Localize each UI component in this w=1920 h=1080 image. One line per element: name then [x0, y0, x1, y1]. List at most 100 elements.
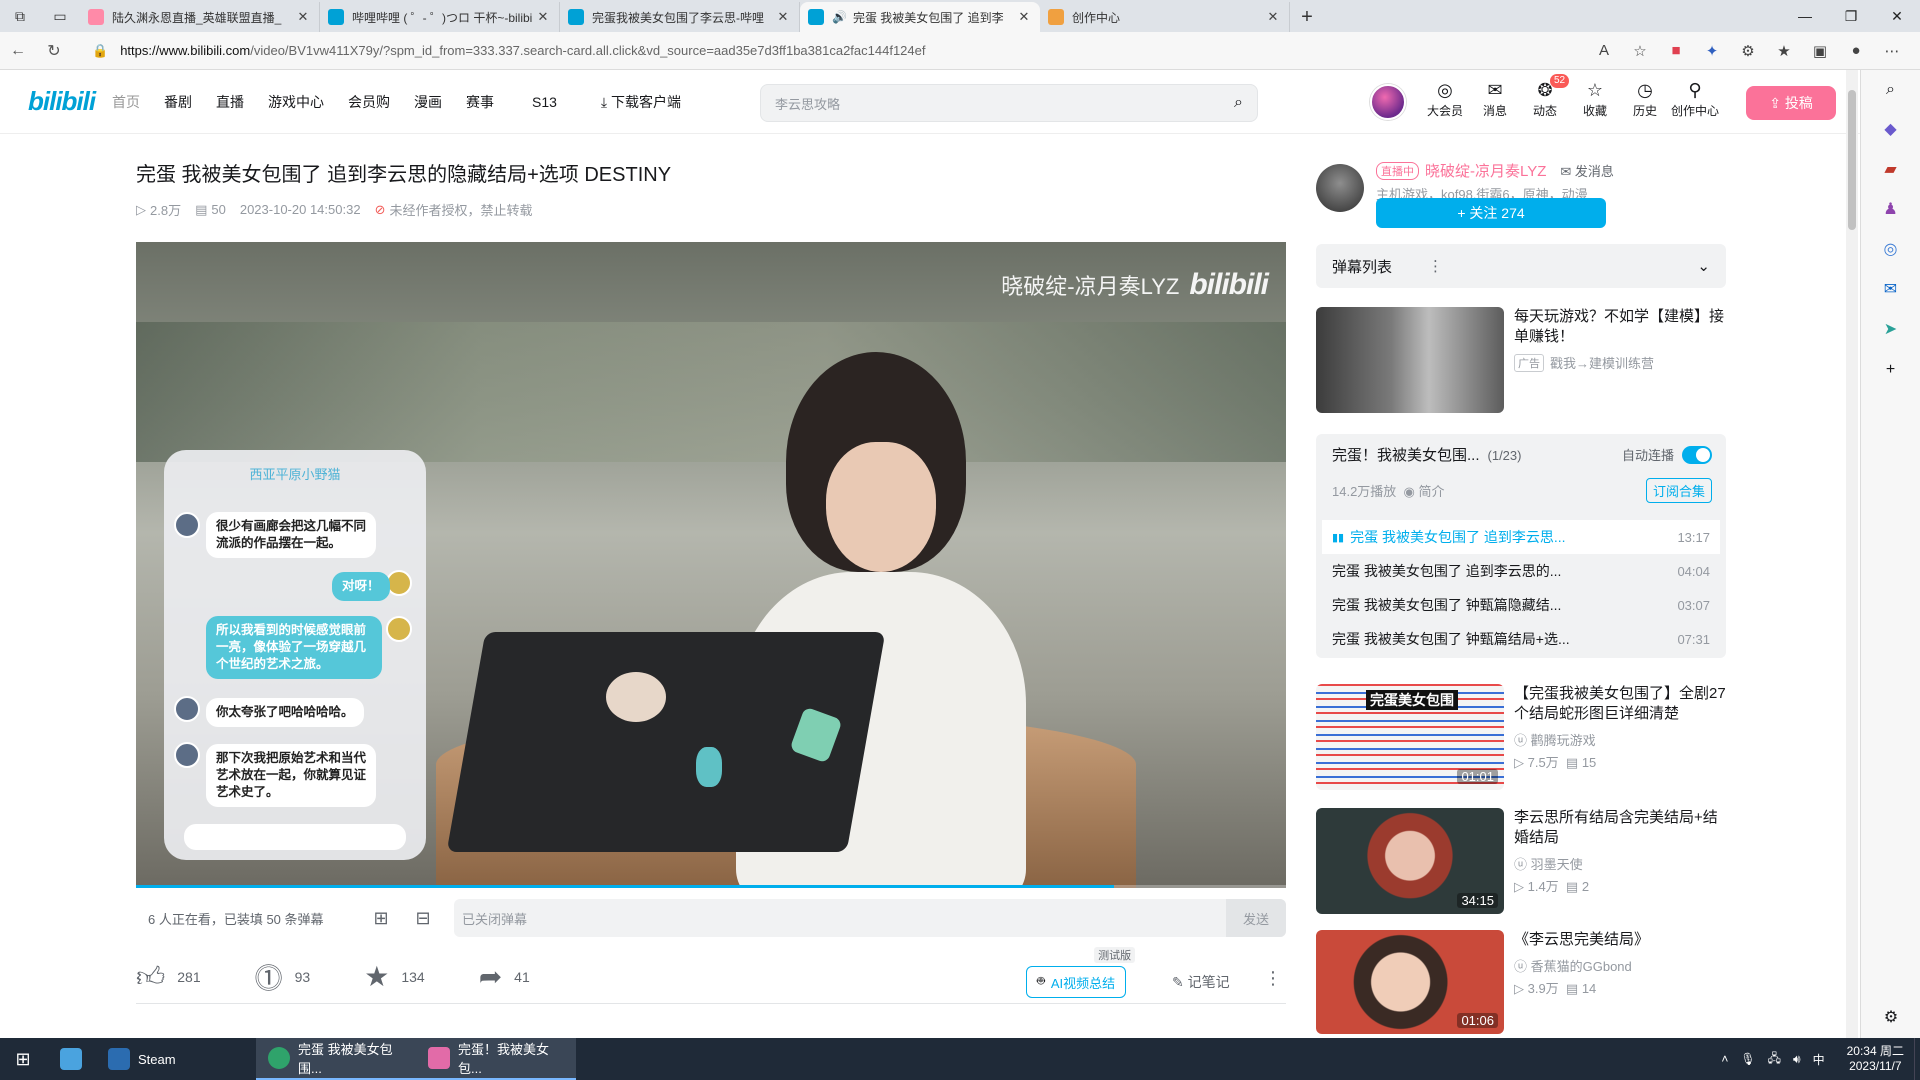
tools-icon[interactable]: ▰	[1861, 150, 1920, 190]
danmaku-list-header[interactable]: 弹幕列表 ⋮ ⌄	[1316, 244, 1726, 288]
close-icon[interactable]: ✕	[1016, 9, 1032, 25]
close-icon[interactable]: ✕	[1265, 9, 1281, 25]
avatar[interactable]	[1370, 84, 1406, 120]
recommended-video[interactable]: 完蛋美女包围 01:01 【完蛋我被美女包围了】全剧27个结局蛇形图巨详细清楚 …	[1316, 684, 1726, 792]
video-thumbnail[interactable]: 完蛋美女包围 01:01	[1316, 684, 1504, 790]
taskbar-app-pin[interactable]	[46, 1038, 96, 1080]
nav-home[interactable]: 首页	[112, 92, 140, 112]
video-title-link[interactable]: 【完蛋我被美女包围了】全剧27个结局蛇形图巨详细清楚	[1514, 684, 1726, 724]
browser-tab-active[interactable]: 🔊 完蛋 我被美女包围了 追到李 ✕	[800, 2, 1040, 32]
games-icon[interactable]: ♟	[1861, 190, 1920, 230]
ime-indicator[interactable]: 中	[1813, 1051, 1825, 1068]
extension-icon[interactable]: ■	[1658, 36, 1694, 66]
nav-manga[interactable]: 漫画	[414, 92, 442, 112]
settings-icon[interactable]: ⚙	[1861, 998, 1920, 1038]
system-clock[interactable]: 20:34 周二 2023/11/7	[1847, 1044, 1904, 1074]
ad-source[interactable]: 戳我→建模训练营	[1550, 353, 1654, 372]
lock-icon[interactable]: 🔒	[92, 43, 108, 59]
page-scrollbar[interactable]	[1846, 70, 1858, 1038]
nav-game-center[interactable]: 游戏中心	[268, 92, 324, 112]
browser-tab[interactable]: 完蛋我被美女包围了李云思-哔哩 ✕	[560, 2, 800, 32]
upload-button[interactable]: ⇪ 投稿	[1746, 86, 1836, 120]
search-icon[interactable]: ⌕	[1234, 94, 1243, 112]
microphone-icon[interactable]: 🎙︎	[1740, 1052, 1755, 1066]
nav-bangumi[interactable]: 番剧	[164, 92, 192, 112]
follow-button[interactable]: + 关注 274	[1376, 198, 1606, 228]
nav-download-client[interactable]: ⤓ 下载客户端	[601, 92, 681, 112]
search-input[interactable]: 李云思攻略 ⌕	[760, 84, 1258, 122]
subscribe-collection-button[interactable]: 订阅合集	[1645, 478, 1712, 503]
live-badge[interactable]: 直播中	[1376, 161, 1419, 180]
video-player[interactable]: 晓破绽-凉月奏LYZ bilibili 西亚平原小野猫 很少有画廊会把这几幅不同…	[136, 242, 1286, 888]
read-aloud-icon[interactable]: A	[1586, 36, 1622, 66]
ad-title[interactable]: 每天玩游戏？不如学【建模】接单赚钱！	[1514, 307, 1724, 347]
extension-icon[interactable]: ✦	[1694, 36, 1730, 66]
speaker-icon[interactable]: 🔊	[832, 10, 847, 24]
playlist-item[interactable]: 完蛋 我被美女包围了 钟甄篇隐藏结... 03:07	[1322, 588, 1720, 622]
minimize-icon[interactable]: —	[1782, 0, 1828, 32]
search-icon[interactable]: ⌕	[1861, 70, 1920, 110]
favorite-button[interactable]: ★ 134	[364, 960, 424, 993]
workspaces-icon[interactable]: ⧉	[0, 0, 40, 32]
nav-vip[interactable]: ◎ 大会员	[1420, 78, 1470, 119]
danmaku-toggle-icon[interactable]: ⊞	[360, 908, 402, 929]
nav-favorites[interactable]: ☆ 收藏	[1570, 78, 1620, 119]
refresh-icon[interactable]: ↻	[36, 36, 72, 66]
close-icon[interactable]: ✕	[535, 9, 551, 25]
send-button[interactable]: 发送	[1226, 899, 1286, 937]
recommended-video[interactable]: 34:15 李云思所有结局含完美结局+结婚结局 ⓤ 羽墨天使 ▷ 1.4万 ▤ …	[1316, 808, 1726, 916]
favorites-icon[interactable]: ★	[1766, 36, 1802, 66]
uploader-avatar[interactable]	[1316, 164, 1364, 212]
video-title-link[interactable]: 《李云思完美结局》	[1514, 930, 1726, 950]
nav-shop[interactable]: 会员购	[348, 92, 390, 112]
add-favorite-icon[interactable]: ☆	[1622, 36, 1658, 66]
nav-history[interactable]: ◷ 历史	[1620, 78, 1670, 119]
taskbar-app-game[interactable]: 完蛋！我被美女包...	[416, 1038, 576, 1080]
outlook-icon[interactable]: ✉	[1861, 270, 1920, 310]
nav-live[interactable]: 直播	[216, 92, 244, 112]
scrollbar-thumb[interactable]	[1848, 90, 1856, 230]
browser-tab[interactable]: 创作中心 ✕	[1040, 2, 1290, 32]
playlist-item-current[interactable]: ▮▮ 完蛋 我被美女包围了 追到李云思... 13:17	[1322, 520, 1720, 554]
uploader-name[interactable]: 晓破绽-凉月奏LYZ	[1425, 160, 1546, 181]
video-title-link[interactable]: 李云思所有结局含完美结局+结婚结局	[1514, 808, 1726, 848]
tab-actions-icon[interactable]: ▭	[40, 0, 80, 32]
volume-icon[interactable]: 🔊︎	[1793, 1052, 1801, 1067]
profile-icon[interactable]: ●	[1838, 36, 1874, 66]
show-desktop-button[interactable]	[1914, 1038, 1920, 1080]
recommended-video[interactable]: 01:06 《李云思完美结局》 ⓤ 香蕉猫的GGbond ▷ 3.9万 ▤ 14	[1316, 930, 1726, 1038]
close-icon[interactable]: ✕	[295, 9, 311, 25]
video-uploader[interactable]: ⓤ 羽墨天使	[1514, 854, 1583, 873]
nav-s13[interactable]: S13	[532, 94, 557, 110]
intro-link[interactable]: 简介	[1419, 484, 1445, 499]
copilot-icon[interactable]: ◎	[1861, 230, 1920, 270]
video-thumbnail[interactable]: 01:06	[1316, 930, 1504, 1034]
collections-icon[interactable]: ▣	[1802, 36, 1838, 66]
bilibili-logo[interactable]: bilibili	[28, 86, 96, 117]
video-uploader[interactable]: ⓤ 鹳腾玩游戏	[1514, 730, 1596, 749]
more-icon[interactable]: ⋮	[1428, 257, 1697, 275]
send-icon[interactable]: ➤	[1861, 310, 1920, 350]
ad-thumbnail[interactable]	[1316, 307, 1504, 413]
back-icon[interactable]: ←	[0, 36, 36, 66]
playlist-item[interactable]: 完蛋 我被美女包围了 追到李云思的... 04:04	[1322, 554, 1720, 588]
close-window-icon[interactable]: ✕	[1874, 0, 1920, 32]
chevron-down-icon[interactable]: ⌄	[1697, 257, 1710, 275]
nav-creator[interactable]: ⚲ 创作中心	[1670, 78, 1720, 119]
like-button[interactable]: 👍︎ 281	[136, 960, 201, 994]
extensions-icon[interactable]: ⚙	[1730, 36, 1766, 66]
url-field[interactable]: 🔒 https://www.bilibili.com/video/BV1vw41…	[82, 36, 1586, 66]
nav-esports[interactable]: 赛事	[466, 92, 494, 112]
close-icon[interactable]: ✕	[775, 9, 791, 25]
send-message-link[interactable]: ✉ 发消息	[1560, 161, 1614, 180]
share-button[interactable]: ➦ 41	[479, 960, 530, 993]
danmaku-settings-icon[interactable]: ⊟	[402, 908, 444, 929]
nav-dynamic[interactable]: ❂ 52 动态	[1520, 74, 1570, 119]
taskbar-app-edge[interactable]: 完蛋 我被美女包围...	[256, 1038, 416, 1080]
video-uploader[interactable]: ⓤ 香蕉猫的GGbond	[1514, 956, 1632, 975]
more-icon[interactable]: ⋮	[1264, 968, 1282, 989]
ai-summary-button[interactable]: 🤖︎ AI视频总结 测试版	[1026, 947, 1136, 998]
chevron-up-icon[interactable]: ˄	[1721, 1052, 1728, 1066]
browser-tab[interactable]: 哔哩哔哩 ( ゜- ゜)つロ 干杯~-bilibi ✕	[320, 2, 560, 32]
nav-messages[interactable]: ✉ 消息	[1470, 78, 1520, 119]
